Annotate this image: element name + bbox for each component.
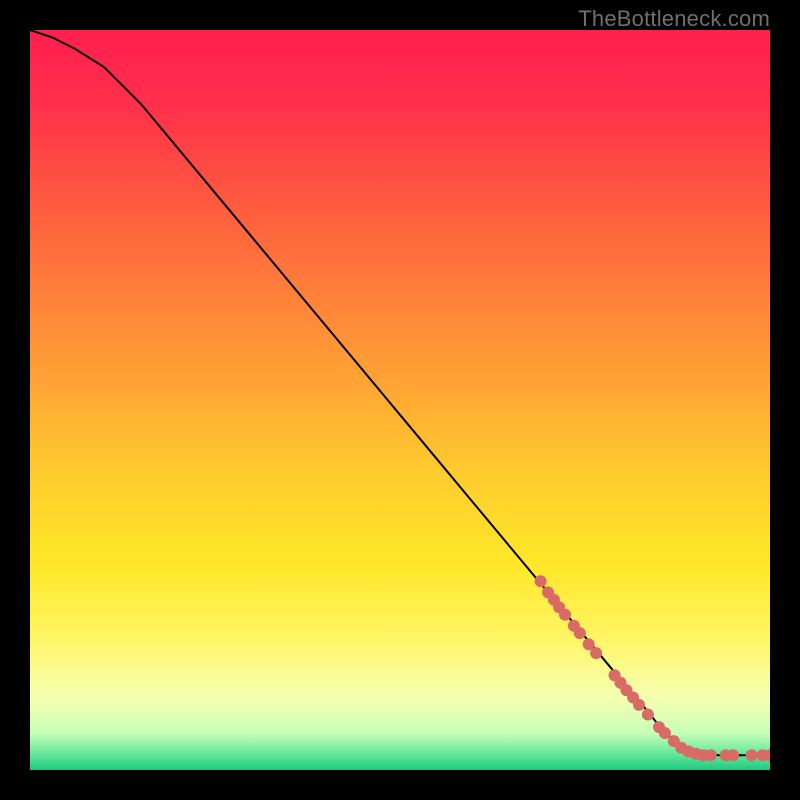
marker-point — [633, 699, 645, 711]
marker-point — [642, 709, 654, 721]
marker-point — [705, 749, 717, 761]
marker-point — [559, 609, 571, 621]
marker-point — [535, 575, 547, 587]
chart-frame — [30, 30, 770, 770]
marker-point — [659, 727, 671, 739]
marker-point — [727, 749, 739, 761]
marker-point — [590, 647, 602, 659]
marker-point — [746, 749, 758, 761]
marker-point — [574, 627, 586, 639]
watermark-text: TheBottleneck.com — [578, 6, 770, 32]
chart-plot — [30, 30, 770, 770]
chart-background — [30, 30, 770, 770]
